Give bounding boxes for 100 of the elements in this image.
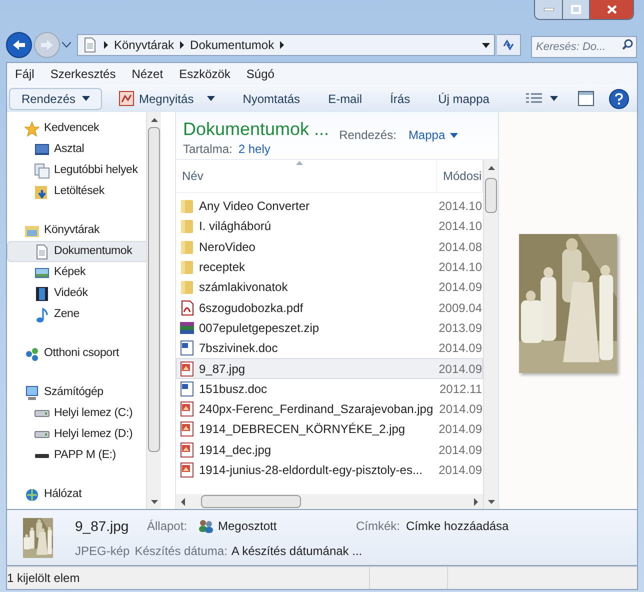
modified-date: 2014.08 bbox=[438, 238, 482, 256]
arrange-dropdown[interactable]: Mappa bbox=[408, 126, 458, 144]
minimize-button[interactable] bbox=[535, 0, 562, 19]
modified-date: 2014.09 bbox=[438, 421, 482, 438]
file-row[interactable]: 151busz.doc 2012.11 bbox=[176, 378, 483, 399]
file-row[interactable]: számlakivonatok 2014.09 bbox=[176, 277, 483, 298]
file-row[interactable]: Any Video Converter 2014.10 bbox=[176, 196, 483, 216]
image-file-icon bbox=[179, 462, 195, 478]
pane-icon bbox=[578, 91, 594, 106]
scroll-down-icon bbox=[150, 500, 158, 504]
state-value: Megosztott bbox=[218, 518, 278, 535]
file-name: receptek bbox=[199, 259, 246, 276]
nav-item[interactable]: Dokumentumok bbox=[7, 241, 146, 262]
file-row[interactable]: receptek 2014.10 bbox=[176, 256, 483, 278]
close-button[interactable] bbox=[589, 0, 633, 19]
scroll-down-icon bbox=[488, 500, 494, 504]
breadcrumb[interactable]: Dokumentumok bbox=[190, 36, 274, 54]
file-row[interactable]: 1914-junius-28-eldordult-egy-pisztoly-es... 2014.09 bbox=[176, 460, 483, 480]
close-icon bbox=[606, 5, 616, 14]
file-name: 151busz.doc bbox=[199, 380, 268, 398]
modified-date: 2014.09 bbox=[438, 360, 482, 378]
file-name: 1914-junius-28-eldordult-egy-pisztoly-es... bbox=[199, 462, 422, 479]
scroll-thumb[interactable] bbox=[485, 178, 497, 213]
file-row[interactable]: 007epuletgepeszet.zip 2013.09 bbox=[176, 318, 483, 338]
arrange-label: Rendezés: bbox=[339, 127, 396, 144]
help-button[interactable] bbox=[609, 88, 629, 108]
horizontal-scrollbar[interactable] bbox=[176, 494, 483, 509]
toolbar-button[interactable]: Nyomtatás bbox=[240, 88, 304, 110]
nav-item[interactable]: Zene bbox=[7, 304, 146, 325]
column-header[interactable]: Név bbox=[176, 160, 437, 192]
caret-icon bbox=[82, 96, 90, 101]
dropdown-icon[interactable] bbox=[482, 42, 490, 48]
scroll-thumb[interactable] bbox=[148, 127, 160, 452]
contains-label: Tartalma: bbox=[183, 141, 232, 158]
caret-icon bbox=[550, 96, 558, 101]
modified-date: 2014.09 bbox=[438, 340, 482, 358]
caret-icon bbox=[206, 96, 215, 101]
users-icon bbox=[198, 519, 214, 533]
file-scrollbar[interactable] bbox=[483, 160, 498, 509]
scroll-up-icon bbox=[488, 166, 494, 170]
document-icon bbox=[82, 37, 98, 53]
file-row[interactable]: 240px-Ferenc_Ferdinand_Szarajevoban.jpg 2014.09 bbox=[176, 398, 483, 420]
image-file-icon bbox=[179, 401, 195, 418]
back-arrow-icon bbox=[12, 39, 26, 51]
tags-field[interactable]: Címke hozzáadása bbox=[406, 517, 509, 535]
history-dropdown-icon[interactable] bbox=[62, 42, 71, 48]
scroll-up-icon bbox=[150, 118, 158, 122]
menu-item[interactable]: Súgó bbox=[246, 65, 274, 83]
word-document-icon bbox=[179, 380, 195, 397]
image-file-icon bbox=[119, 91, 134, 106]
star-icon bbox=[24, 120, 40, 136]
file-row[interactable]: 7bszivinek.doc 2014.09 bbox=[176, 338, 483, 358]
search-field[interactable]: Keresés: Do... bbox=[531, 36, 637, 58]
file-name: 9_87.jpg bbox=[75, 516, 130, 536]
organize-button[interactable]: Rendezés bbox=[9, 88, 102, 110]
image-file-icon bbox=[179, 360, 195, 377]
nav-item[interactable]: Helyi lemez (C:) bbox=[7, 403, 146, 424]
refresh-button[interactable] bbox=[497, 34, 521, 56]
file-row[interactable]: 1914_DEBRECEN_KÖRNYÉKE_2.jpg 2014.09 bbox=[176, 419, 483, 440]
modified-date: 2014.10 bbox=[438, 259, 482, 276]
breadcrumb[interactable]: Könyvtárak bbox=[114, 36, 174, 54]
computer-icon bbox=[24, 384, 40, 400]
nav-item[interactable]: Helyi lemez (D:) bbox=[7, 424, 146, 445]
word-document-icon bbox=[179, 340, 195, 356]
menu-item[interactable]: Fájl bbox=[15, 65, 34, 83]
recent-places-icon bbox=[34, 162, 50, 178]
locations-link[interactable]: 2 hely bbox=[238, 140, 270, 158]
toolbar-button[interactable]: Írás bbox=[387, 88, 414, 110]
scroll-thumb[interactable] bbox=[201, 495, 301, 508]
nav-item[interactable]: Kedvencek bbox=[7, 118, 146, 139]
maximize-button[interactable] bbox=[562, 0, 589, 19]
folder-icon bbox=[179, 259, 195, 276]
menu-item[interactable]: Nézet bbox=[132, 65, 164, 83]
status-text: 1 kijelölt elem bbox=[7, 567, 370, 589]
open-button[interactable]: Megnyitás bbox=[116, 88, 218, 110]
menu-item[interactable]: Szerkesztés bbox=[50, 65, 116, 83]
file-row[interactable]: I. világháború 2014.10 bbox=[176, 216, 483, 237]
modified-date: 2014.10 bbox=[438, 218, 482, 236]
document-icon bbox=[34, 244, 50, 260]
toolbar-button[interactable]: E-mail bbox=[325, 88, 366, 110]
library-title: Dokumentumok ... bbox=[183, 119, 330, 140]
menu-item[interactable]: Eszközök bbox=[179, 65, 230, 83]
file-row[interactable]: 6szogudobozka.pdf 2009.04 bbox=[176, 297, 483, 318]
nav-item[interactable]: Otthoni csoport bbox=[7, 343, 146, 364]
breadcrumb-arrow-icon bbox=[180, 41, 184, 49]
caret-icon bbox=[450, 132, 458, 138]
nav-item[interactable]: PAPP M (E:) bbox=[7, 445, 146, 466]
back-button[interactable] bbox=[6, 32, 32, 58]
toolbar-button[interactable]: Új mappa bbox=[435, 88, 492, 110]
list-view-icon bbox=[526, 92, 542, 104]
address-bar[interactable]: Könyvtárak Dokumentumok bbox=[77, 34, 495, 56]
file-name: I. világháború bbox=[199, 218, 272, 236]
folder-icon bbox=[179, 218, 195, 234]
file-row[interactable]: 1914_dec.jpg 2014.09 bbox=[176, 440, 483, 460]
forward-arrow-icon bbox=[40, 39, 54, 51]
file-row[interactable]: 9_87.jpg 2014.09 bbox=[176, 358, 483, 379]
nav-scrollbar[interactable] bbox=[146, 112, 161, 509]
folder-icon bbox=[179, 198, 195, 214]
file-type: JPEG-kép bbox=[75, 542, 130, 560]
file-row[interactable]: NeroVideo 2014.08 bbox=[176, 236, 483, 257]
